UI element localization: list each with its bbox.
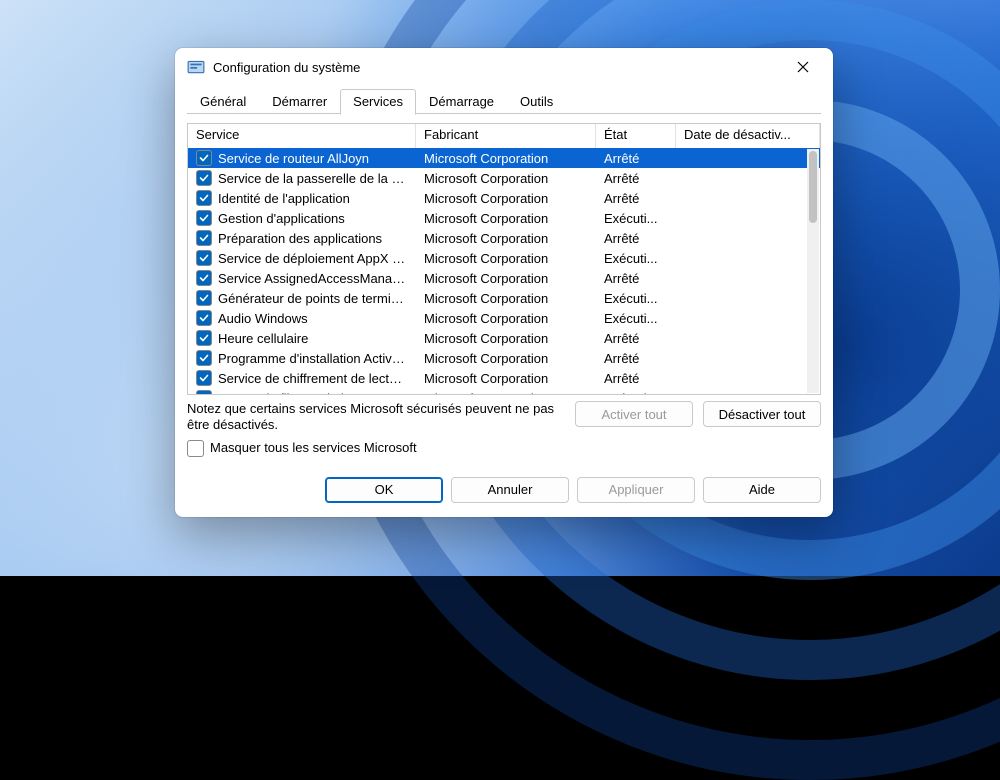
- service-checkbox[interactable]: [196, 170, 212, 186]
- service-vendor: Microsoft Corporation: [416, 171, 596, 186]
- table-row[interactable]: Préparation des applications Microsoft Co…: [188, 228, 820, 248]
- column-service[interactable]: Service: [188, 124, 416, 148]
- window-title: Configuration du système: [213, 60, 781, 75]
- service-name: Audio Windows: [218, 311, 408, 326]
- service-state: Arrêté: [596, 271, 676, 286]
- service-state: Arrêté: [596, 331, 676, 346]
- table-row[interactable]: Générateur de points de termin... Microso…: [188, 288, 820, 308]
- service-state: Exécuti...: [596, 211, 676, 226]
- service-name: Gestion d'applications: [218, 211, 408, 226]
- service-checkbox[interactable]: [196, 210, 212, 226]
- service-vendor: Microsoft Corporation: [416, 251, 596, 266]
- service-checkbox[interactable]: [196, 330, 212, 346]
- service-checkbox[interactable]: [196, 290, 212, 306]
- tab-strip: Général Démarrer Services Démarrage Outi…: [175, 86, 833, 115]
- service-state: Exécuti...: [596, 391, 676, 395]
- table-row[interactable]: Service de déploiement AppX (A... Microso…: [188, 248, 820, 268]
- hide-microsoft-label: Masquer tous les services Microsoft: [210, 440, 417, 456]
- tab-boot[interactable]: Démarrer: [259, 89, 340, 115]
- column-state[interactable]: État: [596, 124, 676, 148]
- apply-button[interactable]: Appliquer: [577, 477, 695, 503]
- table-row[interactable]: Service de la passerelle de la co... Micr…: [188, 168, 820, 188]
- tab-services[interactable]: Services: [340, 89, 416, 115]
- enable-all-button[interactable]: Activer tout: [575, 401, 693, 427]
- table-row[interactable]: Identité de l'application Microsoft Corpo…: [188, 188, 820, 208]
- msconfig-dialog: Configuration du système Général Démarre…: [175, 48, 833, 517]
- service-vendor: Microsoft Corporation: [416, 351, 596, 366]
- ok-button[interactable]: OK: [325, 477, 443, 503]
- service-vendor: Microsoft Corporation: [416, 191, 596, 206]
- cancel-button[interactable]: Annuler: [451, 477, 569, 503]
- service-state: Exécuti...: [596, 251, 676, 266]
- table-row[interactable]: Audio Windows Microsoft CorporationExécut…: [188, 308, 820, 328]
- service-vendor: Microsoft Corporation: [416, 231, 596, 246]
- service-state: Exécuti...: [596, 291, 676, 306]
- service-name: Service AssignedAccessManager: [218, 271, 408, 286]
- table-row[interactable]: Programme d'installation Active... Micros…: [188, 348, 820, 368]
- note-text: Notez que certains services Microsoft sé…: [187, 401, 565, 434]
- service-vendor: Microsoft Corporation: [416, 331, 596, 346]
- service-state: Arrêté: [596, 151, 676, 166]
- service-checkbox[interactable]: [196, 370, 212, 386]
- table-row[interactable]: Service de chiffrement de lecteu... Micro…: [188, 368, 820, 388]
- service-name: Service de la passerelle de la co...: [218, 171, 408, 186]
- column-vendor[interactable]: Fabricant: [416, 124, 596, 148]
- service-state: Arrêté: [596, 171, 676, 186]
- service-name: Service de routeur AllJoyn: [218, 151, 408, 166]
- service-checkbox[interactable]: [196, 270, 212, 286]
- service-state: Arrêté: [596, 231, 676, 246]
- tab-startup[interactable]: Démarrage: [416, 89, 507, 115]
- service-name: Programme d'installation Active...: [218, 351, 408, 366]
- service-state: Arrêté: [596, 351, 676, 366]
- help-button[interactable]: Aide: [703, 477, 821, 503]
- table-row[interactable]: Service AssignedAccessManager Microsoft C…: [188, 268, 820, 288]
- service-vendor: Microsoft Corporation: [416, 371, 596, 386]
- service-checkbox[interactable]: [196, 250, 212, 266]
- listview-header[interactable]: Service Fabricant État Date de désactiv.…: [188, 124, 820, 149]
- tab-tools[interactable]: Outils: [507, 89, 566, 115]
- service-checkbox[interactable]: [196, 390, 212, 394]
- services-listview[interactable]: Service Fabricant État Date de désactiv.…: [187, 123, 821, 395]
- service-checkbox[interactable]: [196, 150, 212, 166]
- service-name: Identité de l'application: [218, 191, 408, 206]
- service-vendor: Microsoft Corporation: [416, 291, 596, 306]
- service-vendor: Microsoft Corporation: [416, 211, 596, 226]
- hide-microsoft-checkbox[interactable]: [187, 440, 204, 457]
- scrollbar-thumb[interactable]: [809, 151, 817, 223]
- service-name: Préparation des applications: [218, 231, 408, 246]
- service-state: Arrêté: [596, 371, 676, 386]
- titlebar: Configuration du système: [175, 48, 833, 86]
- service-name: Générateur de points de termin...: [218, 291, 408, 306]
- service-checkbox[interactable]: [196, 310, 212, 326]
- table-row[interactable]: Gestion d'applications Microsoft Corporat…: [188, 208, 820, 228]
- service-name: Heure cellulaire: [218, 331, 408, 346]
- disable-all-button[interactable]: Désactiver tout: [703, 401, 821, 427]
- service-vendor: Microsoft Corporation: [416, 391, 596, 395]
- scrollbar[interactable]: [807, 149, 819, 393]
- tab-general[interactable]: Général: [187, 89, 259, 115]
- table-row[interactable]: Heure cellulaire Microsoft CorporationArr…: [188, 328, 820, 348]
- table-row[interactable]: Service de routeur AllJoyn Microsoft Corp…: [188, 148, 820, 168]
- service-name: Service de déploiement AppX (A...: [218, 251, 408, 266]
- service-checkbox[interactable]: [196, 190, 212, 206]
- service-name: Service de chiffrement de lecteu...: [218, 371, 408, 386]
- service-state: Arrêté: [596, 191, 676, 206]
- service-vendor: Microsoft Corporation: [416, 271, 596, 286]
- service-state: Exécuti...: [596, 311, 676, 326]
- table-row[interactable]: Moteur de filtrage de base Microsoft Corp…: [188, 388, 820, 394]
- close-button[interactable]: [781, 52, 825, 82]
- column-date[interactable]: Date de désactiv...: [676, 124, 820, 148]
- service-checkbox[interactable]: [196, 230, 212, 246]
- service-vendor: Microsoft Corporation: [416, 311, 596, 326]
- service-checkbox[interactable]: [196, 350, 212, 366]
- service-vendor: Microsoft Corporation: [416, 151, 596, 166]
- app-icon: [187, 58, 205, 76]
- service-name: Moteur de filtrage de base: [218, 391, 408, 395]
